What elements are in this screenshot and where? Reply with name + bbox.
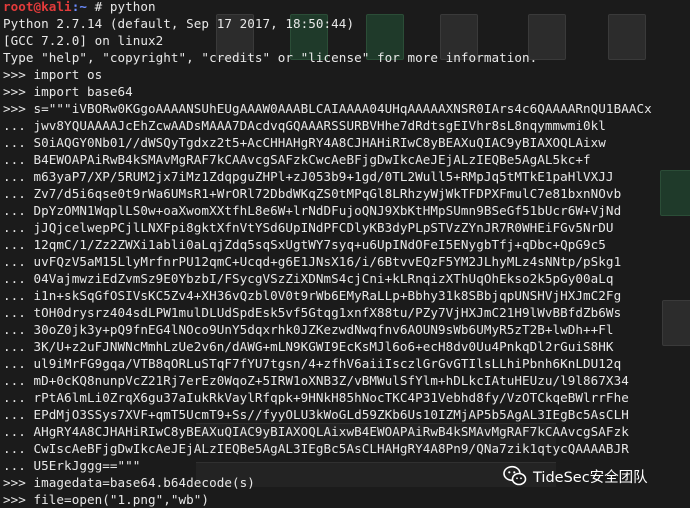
continuation-line: ... 3K/U+z2uFJNWNcMmhLzUe2v6n/dAWG+mLN9K…	[3, 339, 614, 354]
input-line: >>> s="""iVBORw0KGgoAAAANSUhEUgAAAW0AAAB…	[3, 101, 652, 116]
continuation-line: ... mD+0cKQ8nunpVcZ21Rj7erEz0WqoZ+5IRW1o…	[3, 373, 629, 388]
prompt-path: :~	[71, 0, 87, 14]
continuation-line: ... EPdMjO3SSys7XVF+qmT5UcmT9+Ss//fyyOLU…	[3, 407, 629, 422]
continuation-line: ... 04VajmwziEdZvmSz9E0YbzbI/FSycgVSzZiX…	[3, 271, 614, 286]
continuation-line: ... 30oZ0jk3y+pQ9fnEG4lNOco9UnY5dqxrhk0J…	[3, 322, 614, 337]
continuation-line: ... i1n+skSqGfOSIVsKC5Zv4+XH36vQzbl0V0t9…	[3, 288, 622, 303]
continuation-line: ... ul9iMrFG9gqa/VTB8qORLuSTqF7fYU7tgsn/…	[3, 356, 622, 371]
input-line: >>> imagedata=base64.b64decode(s)	[3, 475, 255, 490]
prompt-user: root@kali	[3, 0, 72, 14]
continuation-line: ... uvFQzV5aM15LlyMrfnrPU12qmC+Ucqd+g6E1…	[3, 254, 622, 269]
continuation-line: ... S0iAQGY0Nb01//dWSQyTgdxz2t5+AcCHHAHg…	[3, 135, 606, 150]
continuation-line: ... rPtA6lmLi0ZrqX6gu37aIukRkVaylRfqpk+9…	[3, 390, 629, 405]
terminal-window[interactable]: root@kali:~ # python Python 2.7.14 (defa…	[0, 0, 690, 507]
continuation-line: ... B4EWOAPAiRwB4kSMAvMgRAF7kCAAvcgSAFzk…	[3, 152, 591, 167]
continuation-line: ... tOH0drysrz404sdLPW1mulDLUdSpdEsk5vf5…	[3, 305, 622, 320]
output-line: Python 2.7.14 (default, Sep 17 2017, 18:…	[3, 16, 355, 31]
continuation-line: ... jwv8YQUAAAAJcEhZcwAADsMAAA7DAcdvqGQA…	[3, 118, 606, 133]
continuation-line: ... DpYzOMN1WqplLS0w+oaXwomXXtfhL8e6W+lr…	[3, 203, 622, 218]
input-line: ... U5ErkJggg=="""	[3, 458, 141, 473]
prompt-command: python	[109, 0, 156, 14]
continuation-line: ... m63yaP7/XP/5RUM2jx7iMz1ZdqpguZHPl+zJ…	[3, 169, 614, 184]
watermark: TideSec安全团队	[503, 463, 648, 489]
input-line: >>> file=open("1.png","wb")	[3, 492, 210, 507]
output-line: Type "help", "copyright", "credits" or "…	[3, 50, 538, 65]
input-line: >>> import os	[3, 67, 103, 82]
continuation-line: ... Zv7/d5i6qse0t9rWa6UMsR1+WrORl72DbdWK…	[3, 186, 622, 201]
shell-prompt-line: root@kali:~ # python	[3, 0, 156, 15]
continuation-line: ... jJQjcelwepPCjlLNXFpi8gktXfnVtYSd6UpI…	[3, 220, 614, 235]
wechat-icon	[503, 465, 527, 486]
continuation-line: ... 12qmC/1/Zz2ZWXi1abli0aLqjZdq5sqSxUgt…	[3, 237, 606, 252]
output-line: [GCC 7.2.0] on linux2	[3, 33, 164, 48]
continuation-line: ... CwIscAeBFjgDwIkcAeJEjALzIEQBe5AgAL3I…	[3, 441, 629, 456]
input-line: >>> import base64	[3, 84, 133, 99]
watermark-text: TideSec安全团队	[533, 469, 648, 486]
continuation-line: ... AHgRY4A8CJHAHiRIwC8yBEAXuQIAC9yBIAXO…	[3, 424, 629, 439]
